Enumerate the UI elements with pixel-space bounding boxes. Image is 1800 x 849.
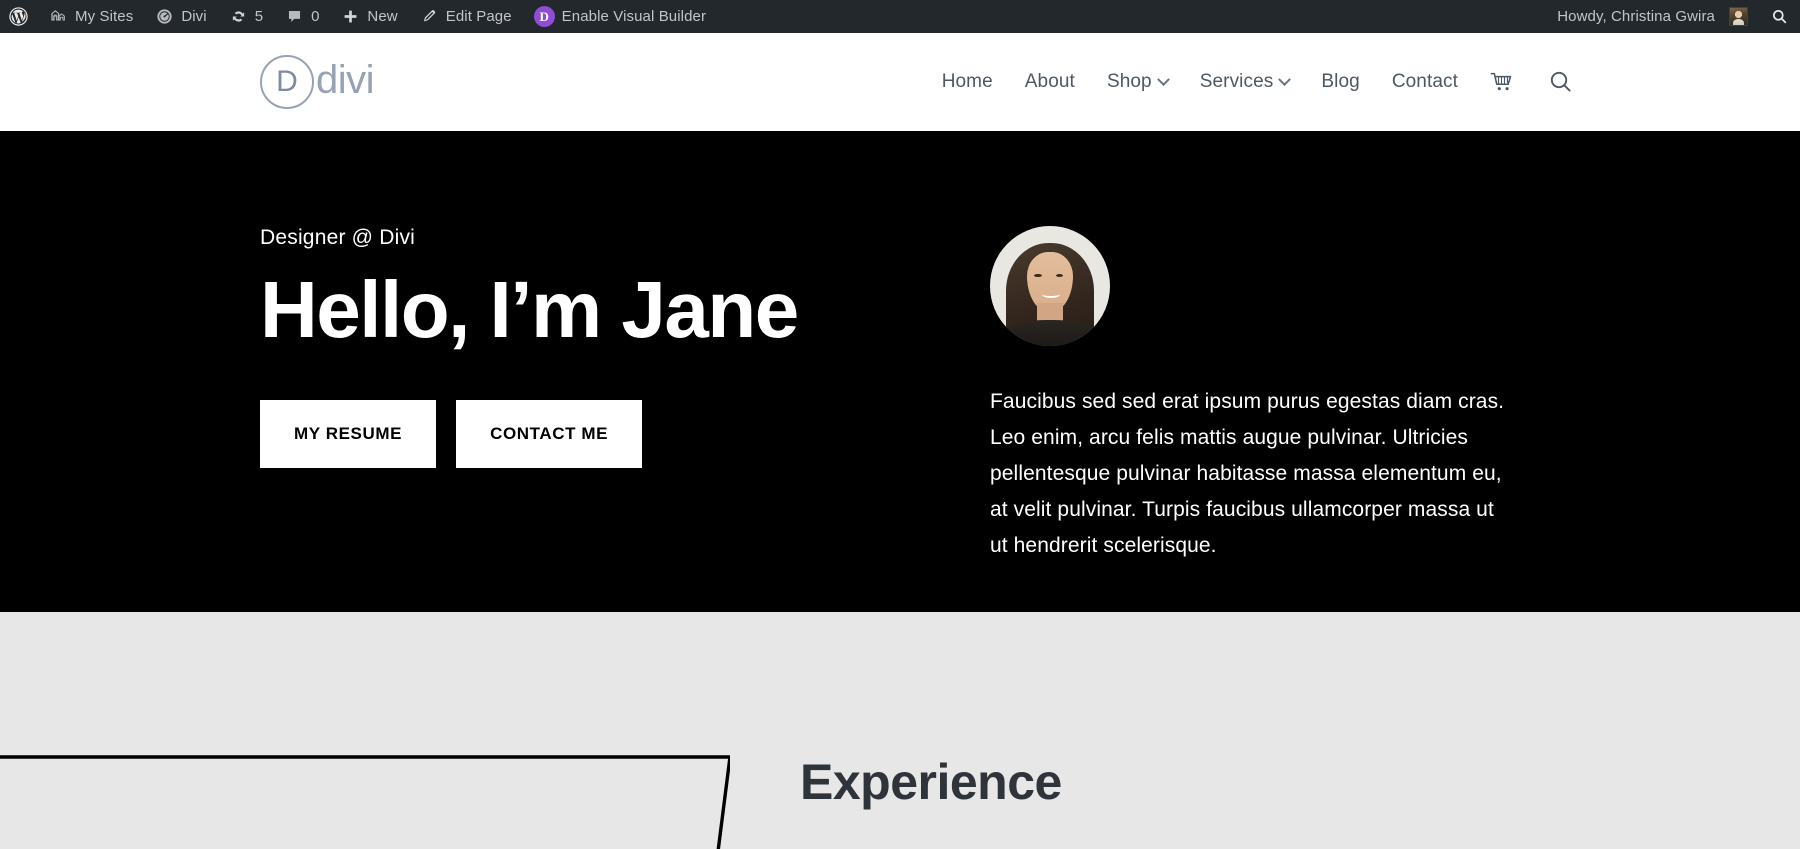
comments-count: 0 bbox=[311, 8, 320, 25]
hero-right-column: Faucibus sed sed erat ipsum purus egesta… bbox=[920, 226, 1510, 565]
search-icon bbox=[1548, 69, 1574, 95]
search-button[interactable] bbox=[1532, 69, 1590, 95]
enable-visual-builder-menu-item[interactable]: D Enable Visual Builder bbox=[523, 0, 717, 33]
howdy-label: Howdy, Christina Gwira bbox=[1557, 8, 1715, 25]
nav-label: About bbox=[1024, 71, 1075, 92]
nav-label: Home bbox=[941, 71, 993, 92]
divi-logo-mark-icon: D bbox=[260, 55, 314, 109]
divi-label: Divi bbox=[181, 8, 207, 25]
nav-item-shop[interactable]: Shop bbox=[1091, 71, 1184, 93]
comments-menu-item[interactable]: 0 bbox=[274, 0, 330, 33]
wordpress-icon bbox=[8, 6, 29, 27]
primary-navigation: Home About Shop Services Blog Contact bbox=[926, 69, 1590, 95]
nav-label: Services bbox=[1199, 71, 1274, 92]
nav-label: Shop bbox=[1106, 71, 1152, 92]
edit-page-label: Edit Page bbox=[445, 8, 512, 25]
shopping-cart-icon bbox=[1490, 70, 1516, 94]
my-resume-button[interactable]: MY RESUME bbox=[260, 400, 437, 468]
nav-item-services[interactable]: Services bbox=[1184, 71, 1306, 93]
hero-eyebrow: Designer @ Divi bbox=[260, 226, 416, 249]
nav-item-about[interactable]: About bbox=[1009, 71, 1091, 93]
wp-admin-bar: My Sites Divi 5 0 New Edit Page D Enable… bbox=[0, 0, 1800, 33]
nav-label: Blog bbox=[1321, 71, 1360, 92]
admin-search-button[interactable] bbox=[1759, 0, 1800, 33]
site-header: D divi Home About Shop Services Blog Con… bbox=[0, 33, 1800, 131]
header-inner: D divi Home About Shop Services Blog Con… bbox=[0, 33, 1800, 131]
page-title: Hello, I’m Jane bbox=[260, 265, 799, 354]
new-content-menu-item[interactable]: New bbox=[330, 0, 408, 33]
chevron-down-icon bbox=[1156, 72, 1170, 86]
contact-me-button[interactable]: CONTACT ME bbox=[456, 400, 643, 468]
hero-button-group: MY RESUME CONTACT ME bbox=[260, 400, 920, 468]
new-label: New bbox=[367, 8, 398, 25]
search-icon bbox=[1770, 7, 1789, 26]
dashboard-icon bbox=[155, 7, 174, 26]
cart-button[interactable] bbox=[1474, 70, 1532, 94]
admin-bar-right-group: Howdy, Christina Gwira bbox=[1546, 0, 1800, 33]
comment-icon bbox=[285, 7, 304, 26]
divi-logo-wordmark: divi bbox=[316, 58, 375, 102]
divi-menu-item[interactable]: Divi bbox=[144, 0, 217, 33]
photo-smile bbox=[1041, 291, 1060, 298]
site-logo[interactable]: D divi bbox=[260, 55, 375, 109]
my-sites-menu-item[interactable]: My Sites bbox=[38, 0, 144, 33]
nav-label: Contact bbox=[1391, 71, 1458, 92]
multisite-icon bbox=[49, 7, 68, 26]
nav-item-blog[interactable]: Blog bbox=[1305, 71, 1375, 93]
updates-count: 5 bbox=[254, 8, 264, 25]
profile-photo bbox=[990, 226, 1110, 346]
avatar bbox=[1729, 7, 1748, 26]
nav-item-home[interactable]: Home bbox=[926, 71, 1009, 93]
wp-logo-menu-item[interactable] bbox=[0, 0, 38, 33]
hero-paragraph: Faucibus sed sed erat ipsum purus egesta… bbox=[990, 390, 1505, 558]
pencil-icon bbox=[420, 7, 439, 26]
my-sites-label: My Sites bbox=[75, 8, 134, 25]
enable-visual-builder-label: Enable Visual Builder bbox=[561, 8, 707, 25]
experience-section: Experience bbox=[0, 612, 1800, 849]
divi-badge-icon: D bbox=[533, 6, 555, 27]
nav-item-contact[interactable]: Contact bbox=[1376, 71, 1474, 93]
howdy-account-menu-item[interactable]: Howdy, Christina Gwira bbox=[1546, 0, 1759, 33]
admin-bar-left-group: My Sites Divi 5 0 New Edit Page D Enable… bbox=[0, 0, 717, 33]
hero-left-column: Designer @ Divi Hello, I’m Jane MY RESUM… bbox=[260, 226, 920, 565]
chevron-down-icon bbox=[1278, 72, 1292, 86]
edit-page-menu-item[interactable]: Edit Page bbox=[409, 0, 523, 33]
photo-eye-left bbox=[1034, 274, 1042, 278]
plus-icon bbox=[341, 7, 360, 26]
hero-section: Designer @ Divi Hello, I’m Jane MY RESUM… bbox=[0, 131, 1800, 612]
decorative-outline-shape bbox=[0, 754, 730, 849]
updates-menu-item[interactable]: 5 bbox=[218, 0, 274, 33]
experience-heading: Experience bbox=[800, 754, 1062, 810]
hero-inner: Designer @ Divi Hello, I’m Jane MY RESUM… bbox=[0, 131, 1800, 565]
updates-icon bbox=[229, 7, 248, 26]
